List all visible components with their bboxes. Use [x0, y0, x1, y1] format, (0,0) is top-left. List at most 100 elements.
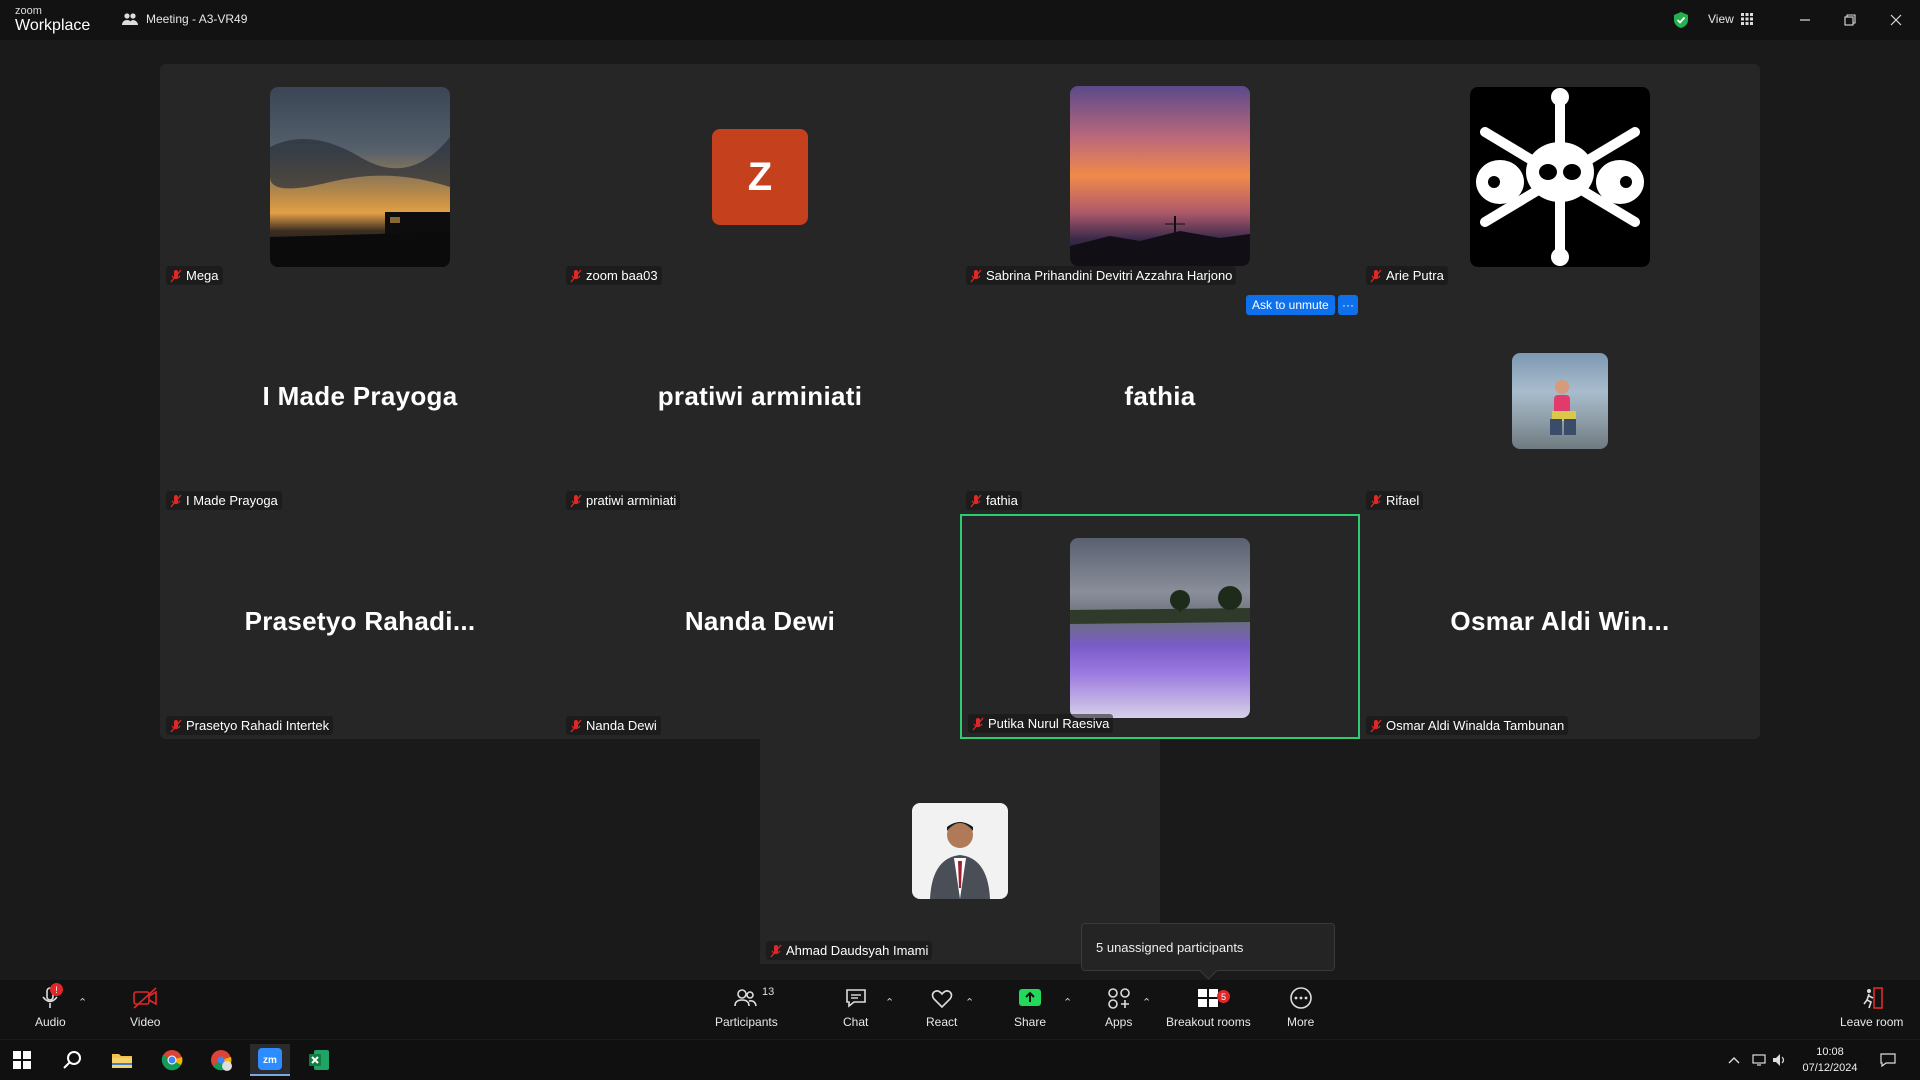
mic-muted-icon: [1370, 494, 1382, 507]
network-icon[interactable]: [1752, 1040, 1768, 1080]
participant-name: Ahmad Daudsyah Imami: [786, 943, 929, 958]
apps-options-caret-icon[interactable]: ⌃: [1142, 996, 1151, 1009]
avatar: [912, 803, 1008, 899]
ask-to-unmute-button[interactable]: Ask to unmute: [1246, 295, 1335, 315]
more-button[interactable]: More: [1287, 986, 1314, 1029]
taskbar-clock[interactable]: 10:08 07/12/2024: [1790, 1044, 1870, 1076]
sunset-sky-photo: [1070, 216, 1250, 266]
title-bar: zoom Workplace Meeting - A3-VR49 View: [0, 0, 1920, 40]
chrome-icon[interactable]: [152, 1044, 192, 1076]
close-icon[interactable]: [1886, 10, 1906, 30]
participant-tile[interactable]: Nanda Dewi Nanda Dewi: [560, 514, 960, 739]
apps-button[interactable]: Apps: [1105, 986, 1132, 1029]
grid-icon: [1740, 13, 1753, 25]
participant-tile[interactable]: Prasetyo Rahadi... Prasetyo Rahadi Inter…: [160, 514, 560, 739]
participant-name-label: zoom baa03: [566, 266, 662, 285]
file-explorer-icon[interactable]: [102, 1044, 142, 1076]
share-button[interactable]: Share: [1014, 986, 1046, 1029]
participant-name: Mega: [186, 268, 219, 283]
unassigned-participants-tooltip: 5 unassigned participants: [1081, 923, 1335, 971]
mic-muted-icon: [170, 269, 182, 282]
restore-icon[interactable]: [1840, 10, 1860, 30]
tooltip-text: 5 unassigned participants: [1096, 939, 1244, 955]
mic-muted-icon: [570, 269, 582, 282]
excel-icon[interactable]: [299, 1044, 339, 1076]
mic-muted-icon: [570, 494, 582, 507]
meeting-title: Meeting - A3-VR49: [146, 12, 248, 26]
share-screen-icon: [1019, 989, 1042, 1006]
participant-name-label: Ahmad Daudsyah Imami: [766, 941, 933, 960]
minimize-icon[interactable]: [1795, 10, 1815, 30]
mic-muted-icon: [170, 494, 182, 507]
brand-big: Workplace: [15, 17, 91, 34]
video-gallery: Mega Z zoom baa03 Sabrina Prihandini Dev…: [160, 64, 1760, 739]
participant-tile[interactable]: Sabrina Prihandini Devitri Azzahra Harjo…: [960, 64, 1360, 289]
react-button[interactable]: React: [926, 986, 957, 1029]
view-label: View: [1708, 12, 1734, 26]
zoom-workplace-logo: zoom Workplace: [15, 6, 90, 34]
participant-name: Prasetyo Rahadi Intertek: [186, 718, 330, 733]
participant-name-label: Arie Putra: [1366, 266, 1448, 285]
participant-name-label: Nanda Dewi: [566, 716, 661, 735]
chrome-profile-icon[interactable]: [201, 1044, 241, 1076]
clock-date: 07/12/2024: [1802, 1062, 1858, 1074]
participant-tile[interactable]: Z zoom baa03: [560, 64, 960, 289]
participant-display-name: Osmar Aldi Win...: [1450, 606, 1670, 636]
participant-name-label: pratiwi arminiati: [566, 491, 681, 510]
search-icon[interactable]: [52, 1044, 92, 1076]
meeting-info-button[interactable]: Meeting - A3-VR49: [122, 12, 247, 26]
participant-name: zoom baa03: [586, 268, 658, 283]
participant-tile[interactable]: Arie Putra: [1360, 64, 1760, 289]
video-label: Video: [130, 1015, 161, 1029]
breakout-rooms-button[interactable]: Breakout rooms: [1166, 986, 1251, 1029]
more-options-button[interactable]: ···: [1338, 295, 1358, 315]
meeting-toolbar: Audio ! ⌃ Video Participants 13 Chat ⌃ R…: [0, 980, 1920, 1039]
more-label: More: [1287, 1015, 1315, 1029]
participant-name-label: I Made Prayoga: [166, 491, 282, 510]
brand-small: zoom: [15, 5, 42, 17]
breakout-count-badge: 5: [1217, 990, 1230, 1003]
participant-name: Osmar Aldi Winalda Tambunan: [1386, 718, 1565, 733]
participant-name: pratiwi arminiati: [586, 493, 677, 508]
participants-icon: [734, 989, 758, 1007]
video-button[interactable]: Video: [130, 986, 160, 1029]
participant-tile[interactable]: Mega: [160, 64, 560, 289]
mic-muted-icon: [570, 719, 582, 732]
participant-display-name: pratiwi arminiati: [657, 381, 863, 411]
participant-tile[interactable]: Rifael: [1360, 289, 1760, 514]
mic-muted-icon: [170, 719, 182, 732]
react-options-caret-icon[interactable]: ⌃: [965, 996, 974, 1009]
chat-button[interactable]: Chat: [843, 986, 868, 1029]
participant-tile[interactable]: fathia fathia: [960, 289, 1360, 514]
leave-room-button[interactable]: Leave room: [1840, 986, 1903, 1029]
audio-options-caret-icon[interactable]: ⌃: [78, 996, 87, 1009]
participants-label: Participants: [715, 1015, 778, 1029]
participant-tile[interactable]: pratiwi arminiati pratiwi arminiati: [560, 289, 960, 514]
show-hidden-icons-icon[interactable]: [1728, 1040, 1740, 1080]
windows-start-icon[interactable]: [2, 1044, 42, 1076]
participant-name-label: Rifael: [1366, 491, 1424, 510]
skull-crossbones-icon: [1476, 88, 1644, 266]
participant-name-label: Osmar Aldi Winalda Tambunan: [1366, 716, 1569, 735]
lavender-field-photo: [1070, 586, 1250, 624]
participant-name-label: Prasetyo Rahadi Intertek: [166, 716, 334, 735]
chat-icon: [845, 989, 866, 1008]
avatar: [270, 87, 450, 267]
person-photo: [1550, 380, 1576, 435]
notification-icon[interactable]: [1880, 1040, 1896, 1080]
audio-alert-badge: !: [50, 983, 63, 996]
participant-tile[interactable]: I Made Prayoga I Made Prayoga: [160, 289, 560, 514]
active-speaker-tile[interactable]: Putika Nurul Raesiva: [960, 514, 1360, 739]
participant-name: Sabrina Prihandini Devitri Azzahra Harjo…: [986, 268, 1233, 283]
windows-taskbar: zm 10:08 07/12/2024: [0, 1040, 1920, 1080]
share-options-caret-icon[interactable]: ⌃: [1063, 996, 1072, 1009]
participant-name-label: Mega: [166, 266, 223, 285]
participant-display-name: I Made Prayoga: [262, 381, 458, 411]
view-button[interactable]: View: [1708, 12, 1753, 26]
volume-icon[interactable]: [1772, 1040, 1788, 1080]
shield-check-icon[interactable]: [1672, 11, 1690, 29]
chat-options-caret-icon[interactable]: ⌃: [885, 996, 894, 1009]
svg-text:zm: zm: [263, 1055, 277, 1066]
participant-tile[interactable]: Osmar Aldi Win... Osmar Aldi Winalda Tam…: [1360, 514, 1760, 739]
zoom-taskbar-icon[interactable]: zm: [250, 1044, 290, 1076]
